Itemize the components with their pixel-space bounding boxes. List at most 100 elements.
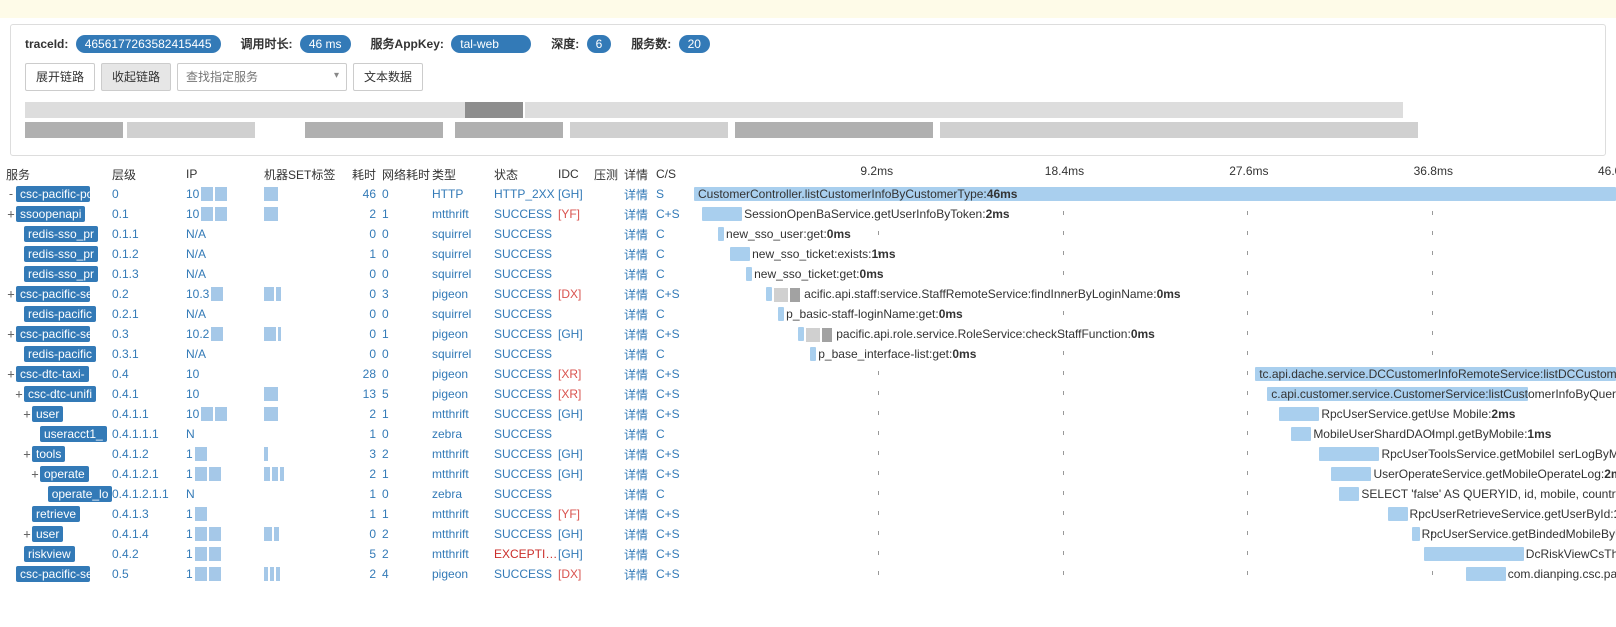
trace-id-badge[interactable]: 4656177263582415445 [76,35,221,53]
ip-link[interactable]: N/A [186,267,264,281]
level-link[interactable]: 0.3 [112,327,186,341]
expand-toggle[interactable]: + [22,447,32,461]
ip-link[interactable]: 10.2 [186,327,264,342]
level-link[interactable]: 0.5 [112,567,186,581]
expand-toggle[interactable]: + [22,407,32,421]
ip-link[interactable]: 10 [186,207,264,222]
ip-link[interactable]: 10 [186,367,264,381]
service-chip[interactable]: redis-pacific [24,306,96,322]
expand-toggle[interactable]: + [6,207,16,221]
service-chip[interactable]: retrieve [32,506,80,522]
level-link[interactable]: 0.4.1.2.1 [112,467,186,481]
expand-toggle[interactable]: - [6,187,16,201]
expand-toggle[interactable]: + [6,287,16,301]
detail-link[interactable]: 详情 [624,366,656,383]
detail-link[interactable]: 详情 [624,286,656,303]
span-bar[interactable]: p_base_interface-list:get:0ms [810,347,816,361]
detail-link[interactable]: 详情 [624,566,656,583]
service-chip[interactable]: user [32,406,63,422]
text-data-button[interactable]: 文本数据 [353,63,423,91]
expand-toggle[interactable]: + [30,467,40,481]
ip-link[interactable]: 1 [186,447,264,462]
service-chip[interactable]: csc-pacific-se [16,286,90,302]
detail-link[interactable]: 详情 [624,406,656,423]
service-chip[interactable]: redis-pacific [24,346,96,362]
expand-trace-button[interactable]: 展开链路 [25,63,95,91]
span-bar[interactable]: new_sso_ticket:get:0ms [746,267,752,281]
ip-link[interactable]: N [186,487,264,501]
service-chip[interactable]: csc-dtc-taxi- [16,366,89,382]
span-bar[interactable]: new_sso_ticket:exists:1ms [730,247,750,261]
service-chip[interactable]: operate_lo [48,486,112,502]
ip-link[interactable]: 10 [186,387,264,401]
level-link[interactable]: 0.4 [112,367,186,381]
span-bar[interactable]: tc.api.dache.service.DCCustomerInfoRemot… [1255,367,1616,381]
span-bar[interactable]: new_sso_user:get:0ms [718,227,724,241]
detail-link[interactable]: 详情 [624,446,656,463]
service-chip[interactable]: tools [32,446,65,462]
ip-link[interactable]: 1 [186,547,264,562]
level-link[interactable]: 0.3.1 [112,347,186,361]
service-chip[interactable]: redis-sso_pr [24,246,98,262]
appkey-badge[interactable]: tal-web [451,35,531,53]
span-bar[interactable]: DcRiskViewCsThriftService.getUserCompens… [1424,547,1524,561]
span-bar[interactable]: RpcUserService.getBindedMobileByUserId:0… [1412,527,1420,541]
span-bar[interactable]: pacific.api.role.service.RoleService:che… [798,327,804,341]
ip-link[interactable]: 1 [186,567,264,582]
ip-link[interactable]: 1 [186,507,264,522]
service-chip[interactable]: csc-pacific-se [16,326,90,342]
ip-link[interactable]: 10 [186,407,264,422]
detail-link[interactable]: 详情 [624,526,656,543]
ip-link[interactable]: 1 [186,467,264,482]
level-link[interactable]: 0.4.1.4 [112,527,186,541]
span-bar[interactable]: SELECT 'false' AS QUERYID, id, mobile, c… [1339,487,1359,501]
ip-link[interactable]: N/A [186,247,264,261]
service-chip[interactable]: user [32,526,63,542]
span-bar[interactable]: MobileUserShardDAOImpl.getByMobile:1ms [1291,427,1311,441]
span-bar[interactable]: CustomerController.listCustomerInfoByCus… [694,187,1616,201]
service-chip[interactable]: csc-pacific-po [16,186,90,202]
span-bar[interactable]: acific.api.staff.service.StaffRemoteServ… [766,287,772,301]
span-bar[interactable]: SessionOpenBaService.getUserInfoByToken:… [702,207,742,221]
collapse-trace-button[interactable]: 收起链路 [101,63,171,91]
service-chip[interactable]: redis-sso_pr [24,226,98,242]
ip-link[interactable]: 10.3 [186,287,264,302]
detail-link[interactable]: 详情 [624,306,656,323]
detail-link[interactable]: 详情 [624,206,656,223]
expand-toggle[interactable]: + [6,367,16,381]
detail-link[interactable]: 详情 [624,266,656,283]
level-link[interactable]: 0.4.1.1 [112,407,186,421]
expand-toggle[interactable]: + [6,327,16,341]
detail-link[interactable]: 详情 [624,346,656,363]
service-chip[interactable]: redis-sso_pr [24,266,98,282]
service-chip[interactable]: csc-pacific-se [16,566,90,582]
level-link[interactable]: 0.2.1 [112,307,186,321]
level-link[interactable]: 0.4.1.2.1.1 [112,487,186,501]
span-bar[interactable]: RpcUserService.getUse Mobile:2ms [1279,407,1319,421]
expand-toggle[interactable]: + [22,527,32,541]
detail-link[interactable]: 详情 [624,426,656,443]
detail-link[interactable]: 详情 [624,506,656,523]
span-bar[interactable]: com.dianping.csc.pacific.api.secret.serv… [1466,567,1506,581]
service-chip[interactable]: ssoopenapi [16,206,85,222]
service-chip[interactable]: riskview [24,546,75,562]
detail-link[interactable]: 详情 [624,226,656,243]
detail-link[interactable]: 详情 [624,386,656,403]
expand-toggle[interactable]: + [14,387,24,401]
span-bar[interactable]: UserOperateService.getMobileOperateLog:2… [1331,467,1371,481]
ip-link[interactable]: 10 [186,187,264,202]
span-bar[interactable]: RpcUserToolsService.getMobileI serLogByM… [1319,447,1379,461]
span-bar[interactable]: RpcUserRetrieveService.getUserById:1ms [1388,507,1408,521]
ip-link[interactable]: N/A [186,347,264,361]
ip-link[interactable]: N/A [186,307,264,321]
detail-link[interactable]: 详情 [624,326,656,343]
ip-link[interactable]: N/A [186,227,264,241]
detail-link[interactable]: 详情 [624,546,656,563]
detail-link[interactable]: 详情 [624,486,656,503]
level-link[interactable]: 0.4.1.2 [112,447,186,461]
service-select[interactable]: ▾ [177,63,347,91]
service-chip[interactable]: csc-dtc-unifi [24,386,96,402]
level-link[interactable]: 0.4.1.1.1 [112,427,186,441]
span-bar[interactable]: p_basic-staff-loginName:get:0ms [778,307,784,321]
level-link[interactable]: 0.1 [112,207,186,221]
